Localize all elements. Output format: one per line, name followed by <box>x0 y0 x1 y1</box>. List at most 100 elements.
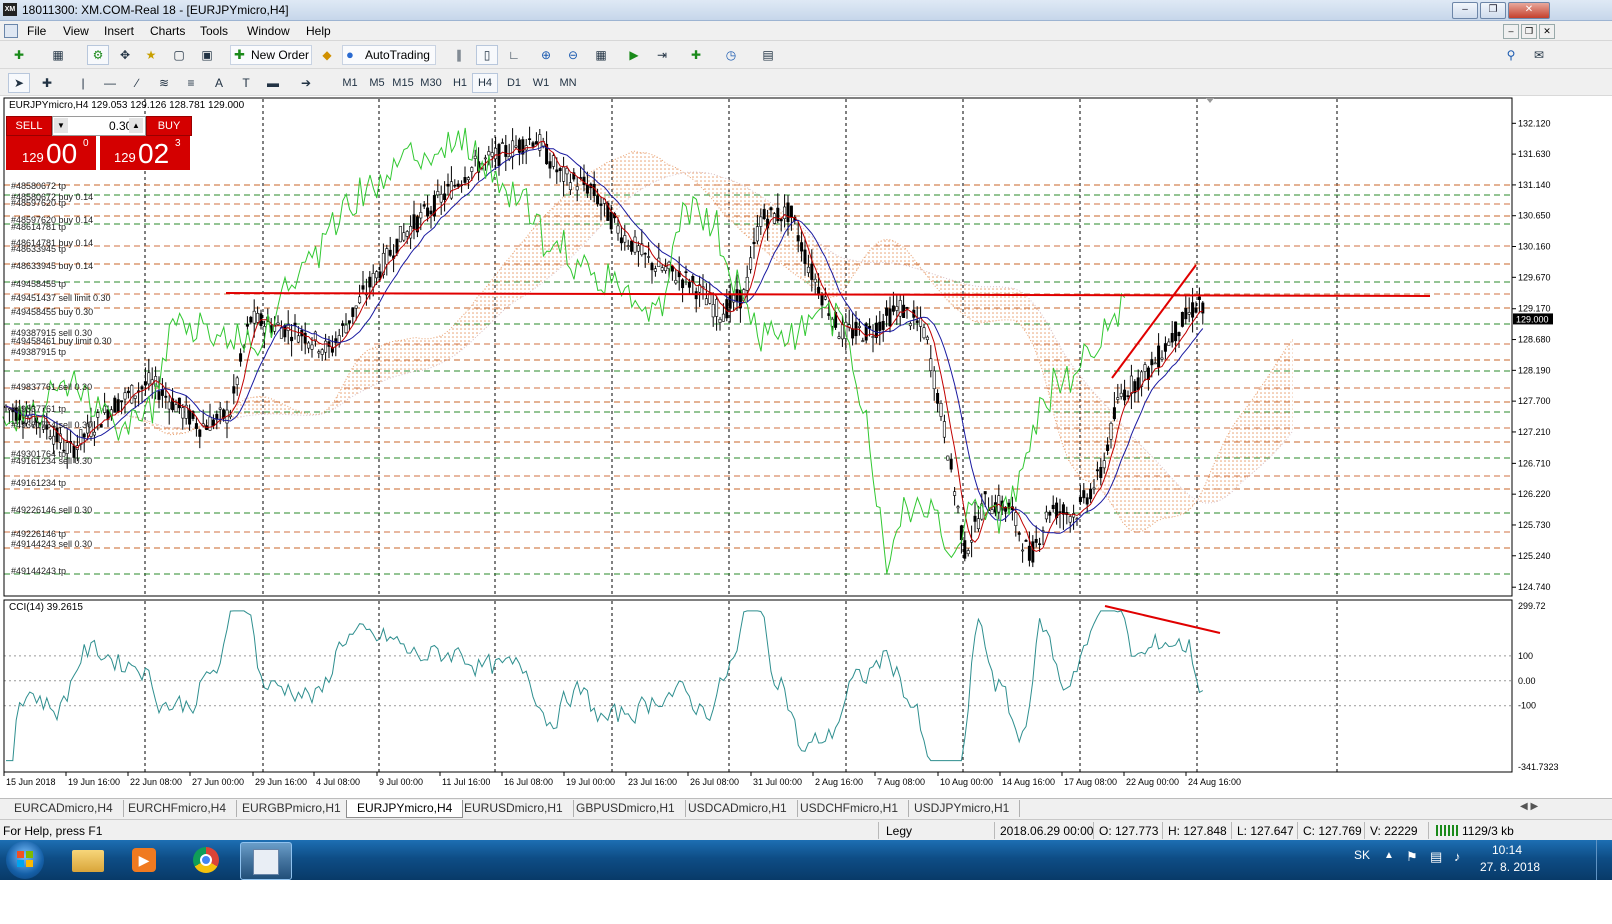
menu-charts[interactable]: Charts <box>150 24 185 38</box>
network-icon[interactable]: ▤ <box>1430 849 1442 865</box>
terminal-icon[interactable]: ▢ <box>168 45 190 65</box>
tab-scroll-icon[interactable]: ◀ ▶ <box>1520 801 1538 812</box>
menu-insert[interactable]: Insert <box>104 24 134 38</box>
menu-window[interactable]: Window <box>247 24 290 38</box>
expert-icon[interactable]: ◆ <box>316 45 338 65</box>
text-label-icon[interactable]: T <box>235 73 257 93</box>
autotrading-icon: ● <box>346 47 354 62</box>
clock-time[interactable]: 10:14 <box>1492 843 1522 857</box>
time-axis-label: 4 Jul 08:00 <box>316 777 360 787</box>
candle-body <box>82 433 86 438</box>
start-button-icon[interactable] <box>6 841 44 879</box>
line-chart-icon[interactable]: ∟ <box>503 45 525 65</box>
tab-eurgbpmicro-h1[interactable]: EURGBPmicro,H1 <box>232 800 352 817</box>
auto-scroll-icon[interactable]: ▶ <box>623 45 645 65</box>
rectangle-icon[interactable]: ▬ <box>262 73 284 93</box>
menu-file[interactable]: File <box>27 24 46 38</box>
timeframe-w1[interactable]: W1 <box>528 73 554 93</box>
horizontal-line-icon[interactable]: — <box>99 73 121 93</box>
search-icon[interactable]: ⚲ <box>1500 45 1522 65</box>
trendline-icon[interactable]: ∕ <box>126 73 148 93</box>
text-icon[interactable]: A <box>208 73 230 93</box>
clock-date[interactable]: 27. 8. 2018 <box>1480 860 1540 874</box>
order-label: #49226146 tp <box>11 529 67 539</box>
candle-body <box>881 320 885 330</box>
cci-line <box>6 610 1204 762</box>
crosshair-icon[interactable]: ✚ <box>36 73 58 93</box>
tile-windows-icon[interactable]: ▦ <box>590 45 612 65</box>
language-indicator[interactable]: SK <box>1354 848 1370 862</box>
candle-body <box>653 268 657 272</box>
navigator-icon[interactable]: ★ <box>140 45 162 65</box>
show-hidden-icons-icon[interactable]: ▲ <box>1384 850 1394 861</box>
candle-body <box>915 320 919 323</box>
timeframe-d1[interactable]: D1 <box>501 73 527 93</box>
fibonacci-icon[interactable]: ≡ <box>180 73 202 93</box>
profiles-icon[interactable]: ▦ <box>47 45 69 65</box>
restore-icon[interactable]: ❐ <box>1480 2 1506 19</box>
candle-body <box>395 238 399 254</box>
minimize-icon[interactable]: – <box>1452 2 1478 19</box>
child-close-icon[interactable]: ✕ <box>1539 24 1555 39</box>
chrome-icon[interactable] <box>182 842 232 878</box>
templates-icon[interactable]: ▤ <box>757 45 779 65</box>
data-window-icon[interactable]: ✥ <box>114 45 136 65</box>
chat-icon[interactable]: ✉ <box>1528 45 1550 65</box>
show-desktop-button[interactable] <box>1596 840 1611 880</box>
menu-tools[interactable]: Tools <box>200 24 228 38</box>
arrows-icon[interactable]: ➔ <box>295 73 317 93</box>
timeframe-mn[interactable]: MN <box>555 73 581 93</box>
strategy-tester-icon[interactable]: ▣ <box>196 45 218 65</box>
tab-eurchfmicro-h4[interactable]: EURCHFmicro,H4 <box>118 800 238 817</box>
timeframe-h1[interactable]: H1 <box>447 73 473 93</box>
indicators-icon[interactable]: ✚ <box>685 45 707 65</box>
timeframe-m5[interactable]: M5 <box>364 73 390 93</box>
action-center-flag-icon[interactable]: ⚑ <box>1406 849 1418 865</box>
chart-shift-icon[interactable]: ⇥ <box>651 45 673 65</box>
new-order-button[interactable]: ✚ New Order <box>230 45 312 65</box>
tab-usdjpymicro-h1[interactable]: USDJPYmicro,H1 <box>904 800 1021 817</box>
menu-help[interactable]: Help <box>306 24 331 38</box>
buy-price[interactable]: 129 02 3 <box>100 136 190 170</box>
sell-button[interactable]: SELL <box>6 116 52 136</box>
metatrader-taskbar-icon[interactable] <box>240 842 292 880</box>
lot-increase-icon[interactable]: ▲ <box>129 118 143 133</box>
vertical-line-icon[interactable]: | <box>72 73 94 93</box>
periods-icon[interactable]: ◷ <box>720 45 742 65</box>
tab-gbpusdmicro-h1[interactable]: GBPUSDmicro,H1 <box>566 800 686 817</box>
lot-decrease-icon[interactable]: ▼ <box>54 118 68 133</box>
candle-body <box>946 455 950 461</box>
child-restore-icon[interactable]: ❐ <box>1521 24 1537 39</box>
candle-body <box>1123 389 1127 401</box>
sell-price[interactable]: 129 00 0 <box>6 136 96 170</box>
candle-body <box>619 237 623 244</box>
zoom-out-icon[interactable]: ⊖ <box>562 45 584 65</box>
tab-eurcadmicro-h4[interactable]: EURCADmicro,H4 <box>4 800 124 817</box>
child-minimize-icon[interactable]: – <box>1503 24 1519 39</box>
cci-axis-label: -341.7323 <box>1518 762 1559 772</box>
price-chart[interactable]: 132.120 131.630 131.140 130.650 130.160 129.6… <box>0 96 1612 798</box>
tab-usdcadmicro-h1[interactable]: USDCADmicro,H1 <box>678 800 798 817</box>
channel-icon[interactable]: ≋ <box>153 73 175 93</box>
timeframe-m1[interactable]: M1 <box>337 73 363 93</box>
volume-icon[interactable]: ♪ <box>1454 849 1461 864</box>
lot-size-input[interactable]: ▼ 0.30 ▲ <box>52 116 146 136</box>
zoom-in-icon[interactable]: ⊕ <box>535 45 557 65</box>
media-player-icon[interactable]: ▶ <box>120 842 170 878</box>
market-watch-icon[interactable]: ⚙ <box>87 45 109 65</box>
timeframe-m30[interactable]: M30 <box>418 73 444 93</box>
menu-view[interactable]: View <box>63 24 89 38</box>
new-chart-icon[interactable]: ✚ <box>8 45 30 65</box>
file-explorer-icon[interactable] <box>64 842 114 878</box>
cursor-icon[interactable]: ➤ <box>8 73 30 93</box>
autotrading-button[interactable]: ● AutoTrading <box>342 45 436 65</box>
timeframe-h4[interactable]: H4 <box>472 73 498 93</box>
tab-usdchfmicro-h1[interactable]: USDCHFmicro,H1 <box>790 800 910 817</box>
timeframe-m15[interactable]: M15 <box>390 73 416 93</box>
candlestick-icon[interactable]: ▯ <box>476 45 498 65</box>
tab-eurjpymicro-h4[interactable]: EURJPYmicro,H4 <box>346 800 464 818</box>
buy-button[interactable]: BUY <box>146 116 192 136</box>
tab-eurusdmicro-h1[interactable]: EURUSDmicro,H1 <box>454 800 574 817</box>
bar-chart-icon[interactable]: ∥ <box>448 45 470 65</box>
close-icon[interactable]: ✕ <box>1508 2 1550 19</box>
